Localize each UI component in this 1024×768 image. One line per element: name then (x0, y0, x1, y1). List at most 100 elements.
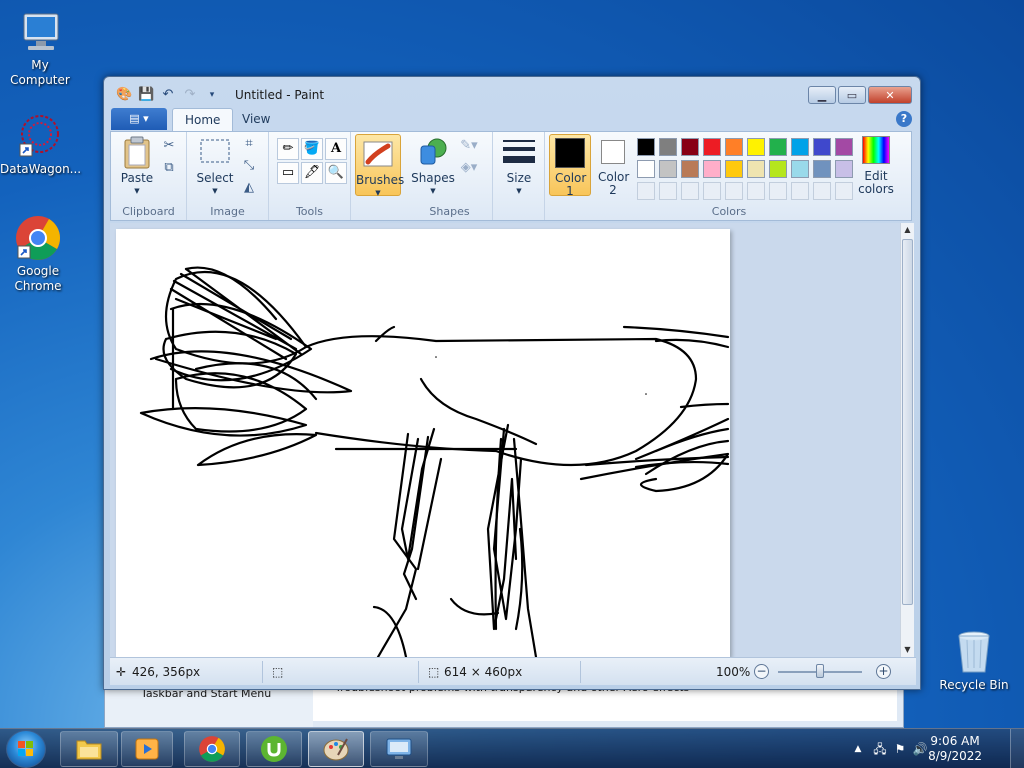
paste-button[interactable]: Paste ▼ (117, 136, 157, 198)
desktop-icon-my-computer[interactable]: My Computer (0, 8, 80, 88)
show-hidden-icons-icon[interactable]: ▲ (850, 741, 866, 757)
color-swatch[interactable] (791, 160, 809, 178)
scroll-down-icon[interactable]: ▼ (901, 643, 914, 657)
edit-colors-button[interactable]: Edit colors (853, 136, 899, 196)
group-label-colors: Colors (711, 205, 747, 218)
color1-button[interactable]: Color 1 (549, 134, 591, 198)
maximize-button[interactable]: ▭ (838, 86, 866, 104)
shape-fill-icon[interactable]: ◈▾ (459, 158, 479, 178)
start-button[interactable] (6, 730, 46, 768)
custom-color-slot[interactable] (813, 182, 831, 200)
custom-color-slot[interactable] (835, 182, 853, 200)
chrome-icon (199, 736, 225, 762)
text-icon[interactable]: A (325, 138, 347, 160)
color-swatch[interactable] (813, 138, 831, 156)
color-swatch[interactable] (703, 160, 721, 178)
title-bar[interactable]: 🎨 💾 ↶ ↷ ▾ Untitled - Paint ▁ ▭ ✕ (104, 77, 920, 107)
vertical-scrollbar[interactable]: ▲ ▼ (900, 223, 914, 657)
custom-color-slot[interactable] (791, 182, 809, 200)
color-swatch[interactable] (681, 138, 699, 156)
redo-icon[interactable]: ↷ (182, 87, 198, 103)
color-swatch[interactable] (681, 160, 699, 178)
color-swatch[interactable] (747, 138, 765, 156)
color-swatch[interactable] (835, 160, 853, 178)
copy-icon[interactable]: ⧉ (159, 158, 179, 178)
desktop-icon-datawagon[interactable]: DataWagon... (0, 112, 81, 177)
color-swatch[interactable] (659, 160, 677, 178)
taskbar-explorer[interactable] (60, 731, 118, 767)
custom-color-slot[interactable] (659, 182, 677, 200)
color-swatch[interactable] (791, 138, 809, 156)
taskbar-media-player[interactable] (121, 731, 173, 767)
custom-color-slot[interactable] (769, 182, 787, 200)
paint-app-icon[interactable]: 🎨 (116, 87, 132, 103)
custom-color-slot[interactable] (681, 182, 699, 200)
brush-icon (362, 138, 394, 170)
pencil-icon[interactable]: ✏ (277, 138, 299, 160)
scroll-up-icon[interactable]: ▲ (901, 223, 914, 237)
color-swatch[interactable] (637, 138, 655, 156)
shapes-button[interactable]: Shapes ▼ (411, 136, 455, 198)
shapes-icon (417, 136, 449, 168)
color-picker-icon[interactable]: 🖋 (301, 162, 323, 184)
tab-home[interactable]: Home (172, 108, 234, 131)
resize-icon[interactable]: ⤡ (239, 156, 259, 176)
edit-colors-icon (862, 136, 890, 164)
taskbar-chrome[interactable] (184, 731, 240, 767)
color2-button[interactable]: Color 2 (593, 137, 633, 197)
color-swatch[interactable] (835, 138, 853, 156)
desktop-icon-recycle-bin[interactable]: Recycle Bin (934, 628, 1014, 693)
color-swatch[interactable] (769, 160, 787, 178)
taskbar-paint[interactable] (308, 731, 364, 767)
scroll-thumb[interactable] (902, 239, 913, 605)
close-button[interactable]: ✕ (868, 86, 912, 104)
chevron-down-icon: ▼ (516, 187, 522, 195)
color-swatch[interactable] (659, 138, 677, 156)
color-swatch[interactable] (747, 160, 765, 178)
undo-icon[interactable]: ↶ (160, 87, 176, 103)
cursor-position-icon: ✛ (116, 665, 127, 679)
minimize-button[interactable]: ▁ (808, 86, 836, 104)
select-rectangle-icon (199, 136, 231, 168)
desktop-icon-google-chrome[interactable]: Google Chrome (0, 214, 78, 294)
paint-menu-button[interactable]: ▤ ▾ (111, 108, 167, 130)
save-icon[interactable]: 💾 (138, 87, 154, 103)
network-icon[interactable]: 🖧 (872, 741, 888, 757)
outline-icon[interactable]: ✎▾ (459, 136, 479, 156)
volume-icon[interactable]: 🔊 (912, 741, 928, 757)
zoom-in-button[interactable]: + (876, 664, 891, 679)
clipboard-icon (121, 136, 153, 169)
color-swatch[interactable] (703, 138, 721, 156)
action-center-flag-icon[interactable]: ⚑ (892, 741, 908, 757)
custom-color-slot[interactable] (747, 182, 765, 200)
magnifier-icon[interactable]: 🔍 (325, 162, 347, 184)
color-swatch[interactable] (813, 160, 831, 178)
rotate-icon[interactable]: ◭ (239, 178, 259, 198)
custom-color-slot[interactable] (725, 182, 743, 200)
taskbar-utorrent[interactable] (246, 731, 302, 767)
select-button[interactable]: Select ▼ (193, 136, 237, 198)
customize-qat-icon[interactable]: ▾ (204, 87, 220, 103)
crop-icon[interactable]: ⌗ (239, 134, 259, 154)
custom-color-slot[interactable] (703, 182, 721, 200)
desktop-icon-label: Google Chrome (14, 264, 62, 293)
zoom-slider-thumb[interactable] (816, 664, 824, 678)
eraser-icon[interactable]: ▭ (277, 162, 299, 184)
tab-view[interactable]: View (230, 108, 282, 131)
zoom-out-button[interactable]: − (754, 664, 769, 679)
color-swatch[interactable] (725, 160, 743, 178)
help-icon[interactable]: ? (896, 111, 912, 127)
color-swatch[interactable] (725, 138, 743, 156)
cut-icon[interactable]: ✂ (159, 136, 179, 156)
color-swatch[interactable] (637, 160, 655, 178)
clock[interactable]: 9:06 AM 8/9/2022 (928, 734, 982, 764)
fill-icon[interactable]: 🪣 (301, 138, 323, 160)
drawing-canvas[interactable] (116, 229, 730, 657)
color-swatch[interactable] (769, 138, 787, 156)
brushes-button[interactable]: Brushes ▼ (355, 134, 404, 197)
window-controls: ▁ ▭ ✕ (808, 86, 912, 104)
size-button[interactable]: Size ▼ (499, 136, 539, 198)
show-desktop-button[interactable] (1010, 729, 1024, 768)
taskbar-remote-desktop[interactable] (370, 731, 428, 767)
custom-color-slot[interactable] (637, 182, 655, 200)
